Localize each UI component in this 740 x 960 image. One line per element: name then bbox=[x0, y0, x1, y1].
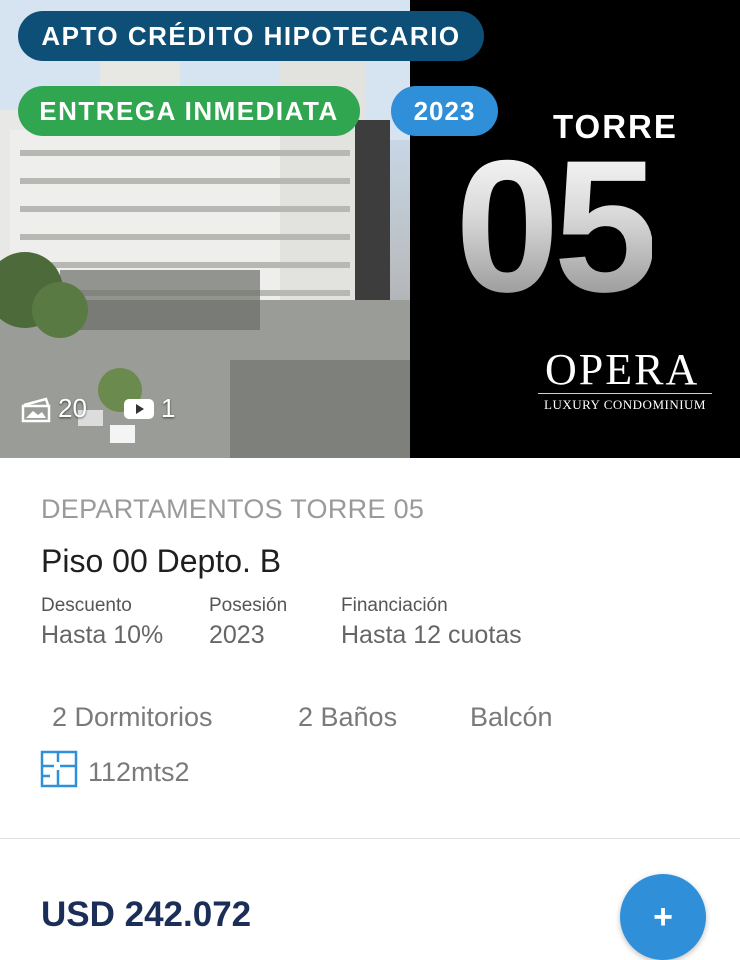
feature-bedrooms: 2 Dormitorios bbox=[52, 702, 213, 732]
detail-value: Hasta 12 cuotas bbox=[341, 621, 522, 649]
photos-counter[interactable]: 20 bbox=[20, 393, 87, 424]
add-button[interactable]: + bbox=[620, 874, 706, 960]
photo-gallery-icon bbox=[20, 395, 52, 423]
detail-label: Posesión bbox=[209, 595, 288, 616]
floor-plan-icon bbox=[40, 750, 78, 795]
detail-label: Descuento bbox=[41, 595, 132, 616]
brand-divider bbox=[538, 393, 712, 394]
detail-discount: Descuento Hasta 10% bbox=[41, 595, 163, 650]
detail-financing: Financiación Hasta 12 cuotas bbox=[341, 595, 522, 650]
listing-title[interactable]: Piso 00 Depto. B bbox=[41, 543, 281, 580]
listing-category: DEPARTAMENTOS TORRE 05 bbox=[41, 494, 425, 524]
detail-possession: Posesión 2023 bbox=[209, 595, 287, 650]
feature-bathrooms: 2 Baños bbox=[298, 702, 398, 732]
area-info: 112mts2 bbox=[40, 750, 190, 795]
videos-counter[interactable]: 1 bbox=[123, 393, 175, 424]
building-illustration bbox=[0, 0, 410, 458]
area-value: 112mts2 bbox=[88, 757, 190, 787]
listing-price: USD 242.072 bbox=[41, 895, 252, 934]
credit-badge: APTO CRÉDITO HIPOTECARIO bbox=[18, 11, 484, 61]
photos-count: 20 bbox=[58, 393, 87, 423]
brand-tagline: LUXURY CONDOMINIUM bbox=[544, 397, 706, 412]
video-play-icon bbox=[123, 397, 155, 421]
detail-value: 2023 bbox=[209, 621, 265, 649]
delivery-badge: ENTREGA INMEDIATA bbox=[18, 86, 360, 136]
brand-name: OPERA bbox=[545, 345, 700, 394]
detail-value: Hasta 10% bbox=[41, 621, 164, 649]
building-photo bbox=[0, 0, 410, 458]
videos-count: 1 bbox=[161, 393, 176, 423]
card-divider bbox=[0, 838, 740, 839]
detail-label: Financiación bbox=[341, 595, 448, 616]
listing-hero-image[interactable]: APTO CRÉDITO HIPOTECARIO ENTREGA INMEDIA… bbox=[0, 0, 740, 458]
feature-balcony: Balcón bbox=[470, 702, 553, 732]
tower-number: 05 bbox=[455, 121, 658, 331]
